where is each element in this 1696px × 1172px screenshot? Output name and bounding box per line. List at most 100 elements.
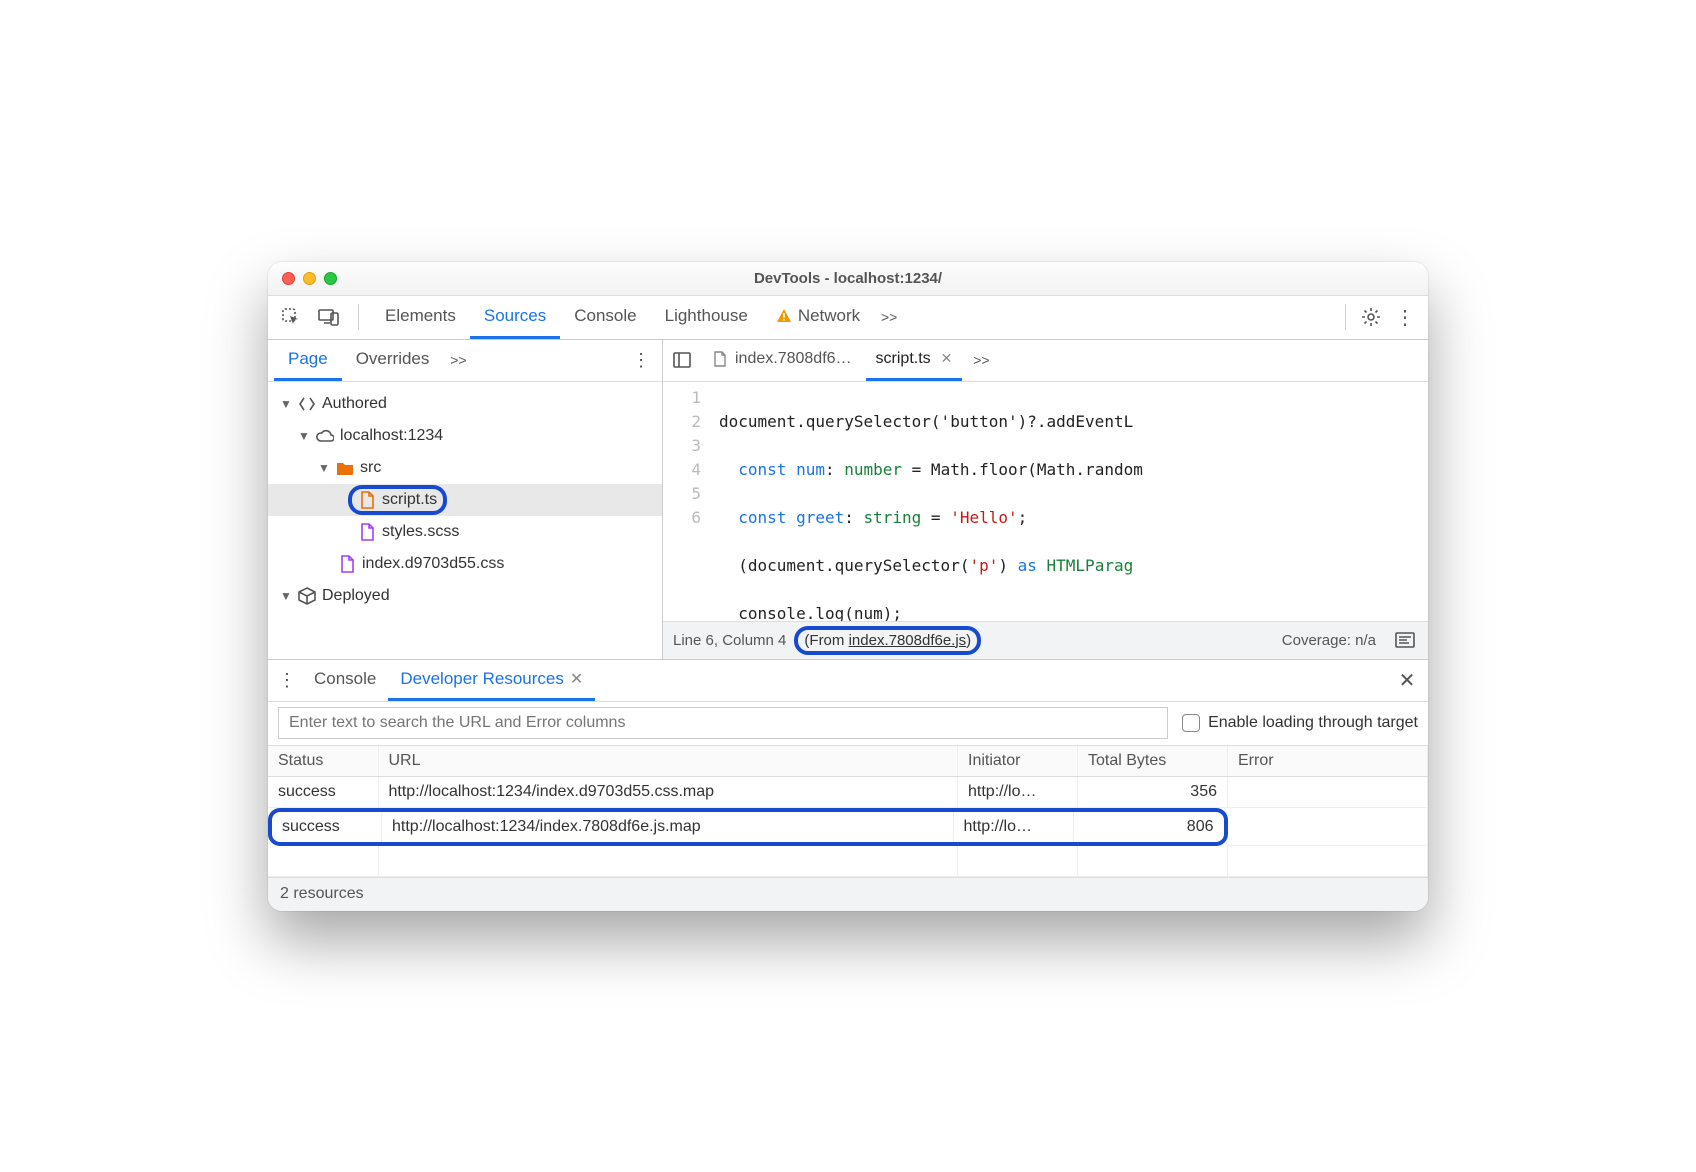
cell-bytes: 806 bbox=[1074, 812, 1224, 842]
enable-loading-label: Enable loading through target bbox=[1208, 714, 1418, 732]
titlebar: DevTools - localhost:1234/ bbox=[268, 262, 1428, 296]
sources-panes: Page Overrides >> ⋮ ▼ Authored ▼ bbox=[268, 340, 1428, 660]
devtools-window: DevTools - localhost:1234/ Elements Sour… bbox=[268, 262, 1428, 911]
separator bbox=[358, 304, 359, 330]
close-drawer-tab-icon[interactable]: ✕ bbox=[570, 669, 583, 689]
sourcemap-link[interactable]: index.7808df6e.js bbox=[849, 632, 967, 649]
tree-file-script-label: script.ts bbox=[382, 491, 437, 509]
resource-count: 2 resources bbox=[280, 885, 364, 903]
col-error[interactable]: Error bbox=[1228, 746, 1428, 777]
table-row[interactable]: success http://localhost:1234/index.7808… bbox=[268, 807, 1428, 846]
resources-table: Status URL Initiator Total Bytes Error s… bbox=[268, 746, 1428, 877]
code-editor[interactable]: 1 2 3 4 5 6 document.querySelector('butt… bbox=[663, 382, 1428, 621]
editor-tabs-overflow-icon[interactable]: >> bbox=[966, 352, 996, 368]
folder-icon bbox=[336, 459, 354, 477]
tree-host[interactable]: ▼ localhost:1234 bbox=[268, 420, 662, 452]
cell-url: http://localhost:1234/index.d9703d55.css… bbox=[378, 776, 958, 807]
pretty-print-icon[interactable] bbox=[1392, 627, 1418, 653]
main-tabs: Elements Sources Console Lighthouse Netw… bbox=[371, 296, 1422, 339]
drawer-tab-devres-label: Developer Resources bbox=[400, 669, 563, 689]
drawer-searchrow: Enable loading through target bbox=[268, 702, 1428, 746]
subtab-page[interactable]: Page bbox=[274, 340, 342, 381]
coverage-status: Coverage: n/a bbox=[1282, 632, 1376, 649]
col-bytes[interactable]: Total Bytes bbox=[1078, 746, 1228, 777]
col-status[interactable]: Status bbox=[268, 746, 378, 777]
file-tree: ▼ Authored ▼ localhost:1234 ▼ bbox=[268, 382, 662, 659]
device-toolbar-icon[interactable] bbox=[312, 300, 346, 334]
file-tab-script-label: script.ts bbox=[876, 350, 931, 368]
cell-status: success bbox=[272, 812, 382, 842]
file-icon bbox=[711, 350, 729, 368]
separator bbox=[1345, 304, 1346, 330]
tree-deployed[interactable]: ▼ Deployed bbox=[268, 580, 662, 612]
code-content: document.querySelector('button')?.addEve… bbox=[711, 382, 1428, 621]
file-icon bbox=[358, 491, 376, 509]
drawer-tab-console[interactable]: Console bbox=[302, 660, 388, 701]
editor-statusbar: Line 6, Column 4 (From index.7808df6e.js… bbox=[663, 621, 1428, 659]
cube-icon bbox=[298, 587, 316, 605]
tree-authored[interactable]: ▼ Authored bbox=[268, 388, 662, 420]
cursor-position: Line 6, Column 4 bbox=[673, 632, 786, 649]
kebab-menu-icon[interactable]: ⋮ bbox=[1388, 300, 1422, 334]
navigator-tabs: Page Overrides >> ⋮ bbox=[268, 340, 662, 382]
tab-sources[interactable]: Sources bbox=[470, 296, 560, 339]
tree-authored-label: Authored bbox=[322, 395, 387, 413]
cell-initiator: http://lo… bbox=[954, 812, 1074, 842]
tree-file-styles[interactable]: styles.scss bbox=[268, 516, 662, 548]
file-tab-script[interactable]: script.ts ✕ bbox=[866, 340, 963, 381]
cloud-icon bbox=[316, 427, 334, 445]
cell-status: success bbox=[268, 776, 378, 807]
close-tab-icon[interactable]: ✕ bbox=[937, 350, 953, 367]
close-drawer-icon[interactable]: ✕ bbox=[1390, 668, 1424, 693]
warning-icon bbox=[776, 308, 792, 324]
brackets-icon bbox=[298, 395, 316, 413]
drawer-tabs: ⋮ Console Developer Resources ✕ ✕ bbox=[268, 660, 1428, 702]
toggle-navigator-icon[interactable] bbox=[667, 345, 697, 375]
tree-file-indexcss[interactable]: index.d9703d55.css bbox=[268, 548, 662, 580]
search-input[interactable] bbox=[278, 707, 1168, 739]
file-icon bbox=[338, 555, 356, 573]
file-tab-index[interactable]: index.7808df6… bbox=[701, 340, 862, 381]
cell-initiator: http://lo… bbox=[958, 776, 1078, 807]
file-tab-index-label: index.7808df6… bbox=[735, 350, 852, 368]
highlight-ring: (From index.7808df6e.js) bbox=[794, 626, 981, 655]
table-row-empty bbox=[268, 846, 1428, 877]
tab-network-label: Network bbox=[798, 306, 860, 326]
line-gutter: 1 2 3 4 5 6 bbox=[663, 382, 711, 621]
enable-loading-checkbox[interactable]: Enable loading through target bbox=[1182, 714, 1418, 732]
tree-src-folder[interactable]: ▼ src bbox=[268, 452, 662, 484]
tree-file-styles-label: styles.scss bbox=[382, 523, 459, 541]
cell-bytes: 356 bbox=[1078, 776, 1228, 807]
table-row[interactable]: success http://localhost:1234/index.d970… bbox=[268, 776, 1428, 807]
file-icon bbox=[358, 523, 376, 541]
drawer-menu-icon[interactable]: ⋮ bbox=[272, 670, 302, 691]
tabs-overflow-icon[interactable]: >> bbox=[874, 309, 904, 325]
col-initiator[interactable]: Initiator bbox=[958, 746, 1078, 777]
highlight-ring: script.ts bbox=[348, 485, 447, 515]
window-title: DevTools - localhost:1234/ bbox=[268, 270, 1428, 287]
col-url[interactable]: URL bbox=[378, 746, 958, 777]
sourcemap-from: (From index.7808df6e.js) bbox=[804, 632, 971, 649]
tab-lighthouse[interactable]: Lighthouse bbox=[651, 296, 762, 339]
subtab-overrides[interactable]: Overrides bbox=[342, 340, 444, 381]
navigator-menu-icon[interactable]: ⋮ bbox=[626, 350, 656, 371]
drawer-tab-devres[interactable]: Developer Resources ✕ bbox=[388, 660, 595, 701]
checkbox-icon[interactable] bbox=[1182, 714, 1200, 732]
inspect-element-icon[interactable] bbox=[274, 300, 308, 334]
editor-pane: index.7808df6… script.ts ✕ >> 1 2 3 4 5 … bbox=[663, 340, 1428, 659]
cell-url: http://localhost:1234/index.7808df6e.js.… bbox=[382, 812, 954, 842]
tree-file-indexcss-label: index.d9703d55.css bbox=[362, 555, 504, 573]
navigator-pane: Page Overrides >> ⋮ ▼ Authored ▼ bbox=[268, 340, 663, 659]
tree-file-script[interactable]: script.ts bbox=[268, 484, 662, 516]
editor-tabbar: index.7808df6… script.ts ✕ >> bbox=[663, 340, 1428, 382]
cell-error bbox=[1228, 776, 1428, 807]
table-header-row: Status URL Initiator Total Bytes Error bbox=[268, 746, 1428, 777]
tab-console[interactable]: Console bbox=[560, 296, 650, 339]
tree-src-label: src bbox=[360, 459, 381, 477]
settings-icon[interactable] bbox=[1354, 300, 1388, 334]
tab-elements[interactable]: Elements bbox=[371, 296, 470, 339]
tab-network[interactable]: Network bbox=[762, 296, 874, 339]
subtabs-overflow-icon[interactable]: >> bbox=[443, 352, 473, 368]
cell-error bbox=[1228, 807, 1428, 846]
main-toolbar: Elements Sources Console Lighthouse Netw… bbox=[268, 296, 1428, 340]
